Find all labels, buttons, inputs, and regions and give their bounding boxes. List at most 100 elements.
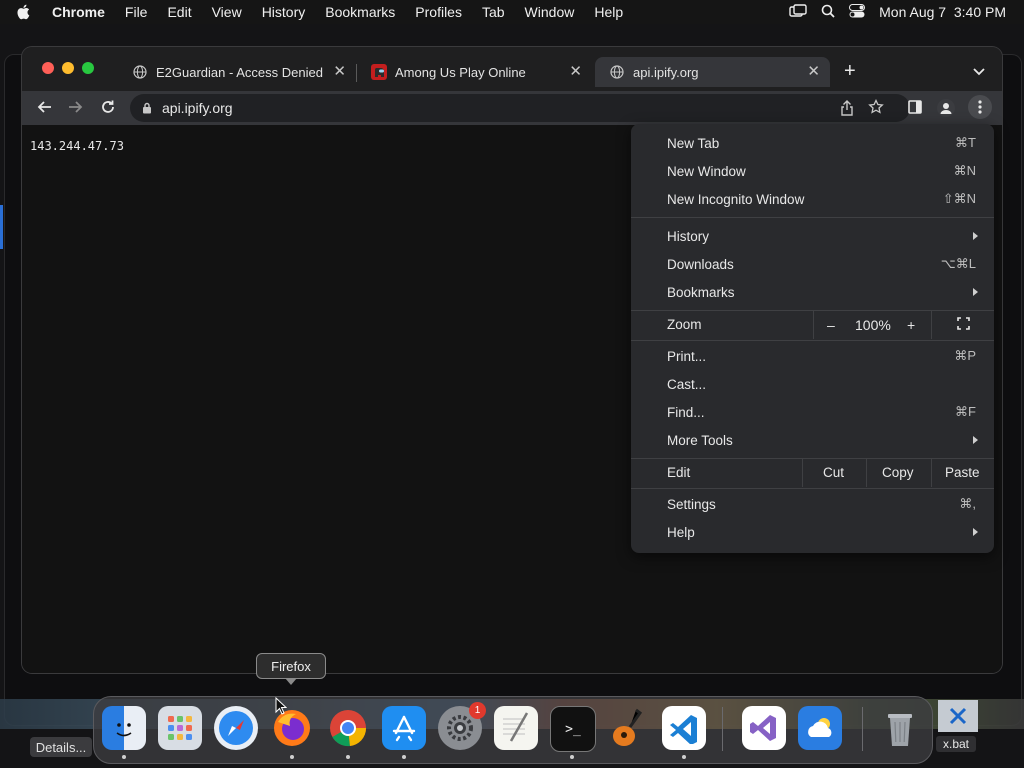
- submenu-arrow-icon: [973, 232, 978, 240]
- terminal-icon[interactable]: >_: [550, 706, 596, 752]
- close-tab-icon[interactable]: ✕: [569, 64, 582, 79]
- launchpad-icon[interactable]: [158, 706, 202, 750]
- menu-shortcut: ⇧⌘N: [942, 191, 976, 206]
- menubar-help[interactable]: Help: [594, 4, 623, 20]
- submenu-arrow-icon: [973, 288, 978, 296]
- menu-history[interactable]: History: [631, 222, 994, 250]
- menubar-profiles[interactable]: Profiles: [415, 4, 462, 20]
- profile-avatar-icon[interactable]: [937, 99, 955, 117]
- zoom-window-button[interactable]: [82, 62, 94, 74]
- app-store-icon[interactable]: [382, 706, 426, 750]
- menu-item-label: New Tab: [667, 135, 720, 151]
- minimize-window-button[interactable]: [62, 62, 74, 74]
- tab-api-ipify[interactable]: api.ipify.org ✕: [595, 57, 830, 87]
- menu-divider: [802, 458, 803, 487]
- running-indicator: [122, 755, 126, 759]
- menubar-file[interactable]: File: [125, 4, 148, 20]
- menu-separator: [631, 340, 994, 341]
- screen-mirroring-icon[interactable]: [789, 3, 807, 21]
- menu-zoom: Zoom – 100% +: [631, 310, 994, 339]
- menu-shortcut: ⌘F: [955, 404, 976, 419]
- safari-icon[interactable]: [214, 706, 258, 750]
- menu-divider: [931, 310, 932, 339]
- menu-print[interactable]: Print... ⌘P: [631, 342, 994, 370]
- lock-icon[interactable]: [142, 102, 152, 114]
- cut-button[interactable]: Cut: [823, 465, 844, 480]
- copy-button[interactable]: Copy: [882, 465, 914, 480]
- among-us-icon: [371, 64, 387, 80]
- menu-new-tab[interactable]: New Tab ⌘T: [631, 129, 994, 157]
- control-center-icon[interactable]: [849, 3, 866, 21]
- menu-new-incognito-window[interactable]: New Incognito Window ⇧⌘N: [631, 185, 994, 213]
- bat-file-label[interactable]: x.bat: [936, 736, 976, 752]
- menu-downloads[interactable]: Downloads ⌥⌘L: [631, 250, 994, 278]
- mouse-cursor-icon: [275, 696, 288, 720]
- vscode-icon[interactable]: [662, 706, 706, 750]
- reload-icon[interactable]: [100, 99, 116, 115]
- close-tab-icon[interactable]: ✕: [807, 64, 820, 79]
- side-panel-icon[interactable]: [908, 100, 922, 114]
- fullscreen-icon[interactable]: [957, 317, 970, 333]
- dock-divider: [722, 707, 723, 751]
- tab-e2guardian[interactable]: E2Guardian - Access Denied ✕: [118, 57, 356, 87]
- bookmark-star-icon[interactable]: [868, 98, 884, 120]
- menu-item-label: New Window: [667, 163, 746, 179]
- menubar-edit[interactable]: Edit: [167, 4, 191, 20]
- menubar-clock[interactable]: Mon Aug 7 3:40 PM: [879, 4, 1006, 20]
- menu-bookmarks[interactable]: Bookmarks: [631, 278, 994, 306]
- menubar-tab[interactable]: Tab: [482, 4, 505, 20]
- menubar-app-name[interactable]: Chrome: [52, 4, 105, 20]
- menu-shortcut: ⌘N: [953, 163, 976, 178]
- textedit-icon[interactable]: [494, 706, 538, 750]
- chrome-icon[interactable]: [326, 706, 370, 750]
- zoom-in-button[interactable]: +: [907, 317, 915, 333]
- menubar-view[interactable]: View: [212, 4, 242, 20]
- menubar-bookmarks[interactable]: Bookmarks: [325, 4, 395, 20]
- menu-help[interactable]: Help: [631, 518, 994, 546]
- menu-item-label: Find...: [667, 404, 705, 420]
- menu-more-tools[interactable]: More Tools: [631, 426, 994, 454]
- menu-item-label: Settings: [667, 496, 716, 512]
- submenu-arrow-icon: [973, 528, 978, 536]
- bat-file-icon[interactable]: [938, 700, 978, 732]
- tab-search-chevron-icon[interactable]: [973, 63, 985, 81]
- forward-arrow-icon[interactable]: [68, 99, 84, 115]
- tab-title: api.ipify.org: [633, 64, 699, 80]
- address-bar[interactable]: api.ipify.org: [130, 94, 910, 122]
- system-settings-icon[interactable]: 1: [438, 702, 486, 750]
- tab-title: Among Us Play Online: [395, 64, 526, 80]
- paste-button[interactable]: Paste: [945, 465, 980, 480]
- menu-separator: [631, 488, 994, 489]
- tab-among-us[interactable]: Among Us Play Online ✕: [357, 57, 592, 87]
- close-window-button[interactable]: [42, 62, 54, 74]
- menu-cast[interactable]: Cast...: [631, 370, 994, 398]
- menu-new-window[interactable]: New Window ⌘N: [631, 157, 994, 185]
- globe-icon: [132, 64, 148, 80]
- menu-divider: [813, 310, 814, 339]
- submenu-arrow-icon: [973, 436, 978, 444]
- dock: 1 >_: [93, 696, 933, 764]
- back-arrow-icon[interactable]: [36, 99, 52, 115]
- apple-menu-icon[interactable]: [16, 4, 36, 20]
- menu-find[interactable]: Find... ⌘F: [631, 398, 994, 426]
- menu-settings[interactable]: Settings ⌘,: [631, 490, 994, 518]
- trash-icon[interactable]: [878, 706, 922, 750]
- details-button[interactable]: Details...: [30, 737, 92, 757]
- address-text[interactable]: api.ipify.org: [162, 100, 233, 116]
- finder-icon[interactable]: [102, 706, 146, 750]
- weather-icon[interactable]: [798, 706, 842, 750]
- running-indicator: [682, 755, 686, 759]
- chrome-menu-kebab-icon[interactable]: [968, 95, 992, 119]
- new-tab-plus-icon[interactable]: +: [844, 61, 856, 81]
- menu-item-label: Downloads: [667, 256, 734, 272]
- menubar-window[interactable]: Window: [525, 4, 575, 20]
- zoom-out-button[interactable]: –: [827, 317, 835, 333]
- dock-tooltip: Firefox: [256, 653, 326, 685]
- close-tab-icon[interactable]: ✕: [333, 64, 346, 79]
- spotlight-search-icon[interactable]: [821, 4, 835, 21]
- garageband-icon[interactable]: [606, 706, 650, 750]
- menubar-history[interactable]: History: [262, 4, 306, 20]
- share-icon[interactable]: [840, 100, 854, 121]
- visual-studio-icon[interactable]: [742, 706, 786, 750]
- menu-item-label: New Incognito Window: [667, 191, 805, 207]
